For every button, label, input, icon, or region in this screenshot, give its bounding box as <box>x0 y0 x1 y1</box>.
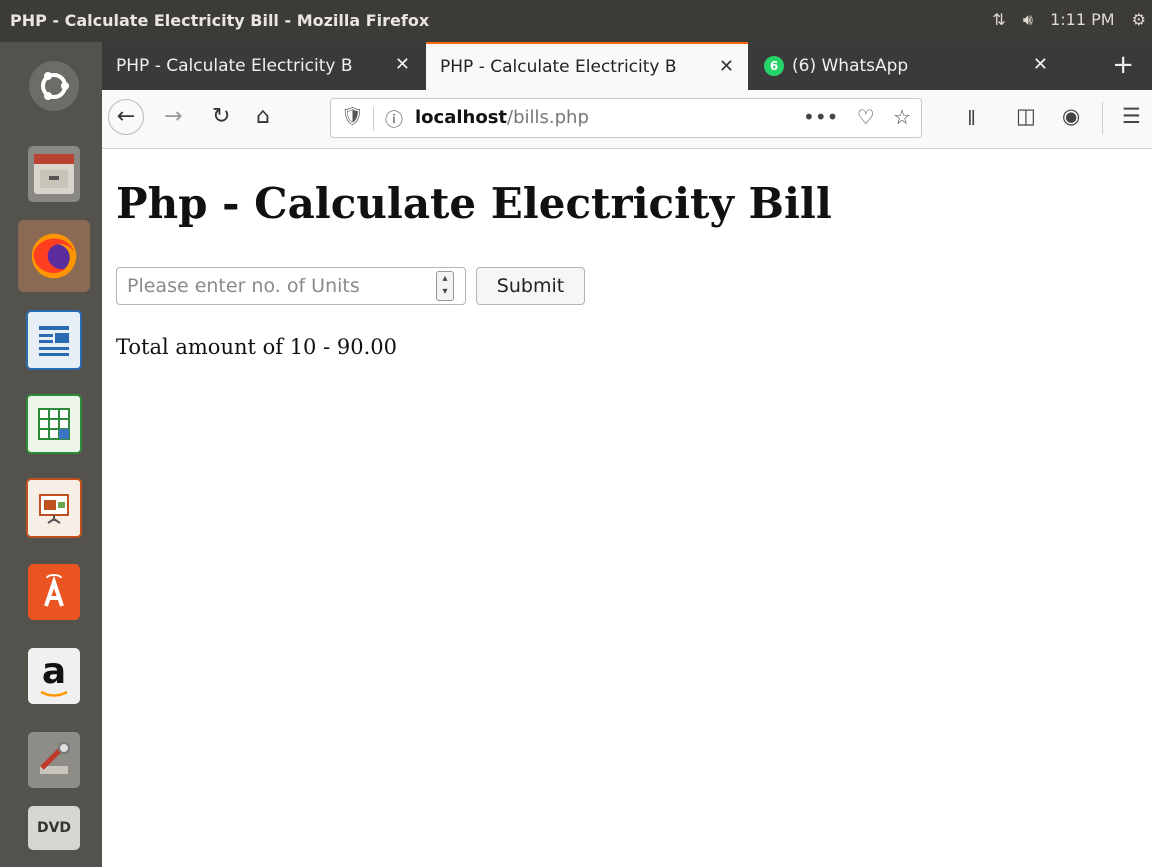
navigation-bar: ← → ↻ ⌂ 🛡︎ ⓘ localhost/bills.php ••• ♡ ☆… <box>102 90 1152 149</box>
close-tab-icon[interactable]: ✕ <box>719 56 734 77</box>
tracking-shield-icon[interactable]: 🛡︎ <box>341 106 364 127</box>
close-tab-icon[interactable]: ✕ <box>1033 54 1048 75</box>
impress-icon[interactable] <box>18 472 90 544</box>
settings-gear-icon[interactable]: ⚙ <box>1132 10 1146 29</box>
close-tab-icon[interactable]: ✕ <box>395 54 410 75</box>
hamburger-menu-icon[interactable]: ☰ <box>1122 104 1141 128</box>
units-spinner[interactable]: ▴ ▾ <box>436 271 454 301</box>
url-host: localhost <box>415 107 508 128</box>
library-icon[interactable]: 𝍪 <box>968 104 975 139</box>
system-tray: ⇅ 🔊︎ 1:11 PM ⚙ <box>980 10 1146 30</box>
settings-icon[interactable] <box>18 724 90 796</box>
back-icon[interactable]: ← <box>108 99 144 135</box>
sidebar-icon[interactable]: ◫ <box>1016 104 1036 128</box>
home-icon[interactable]: ⌂ <box>256 104 270 129</box>
site-info-icon[interactable]: ⓘ <box>385 106 403 132</box>
pocket-icon[interactable]: ♡ <box>857 105 875 129</box>
address-separator <box>373 107 374 131</box>
volume-icon[interactable]: 🔊︎ <box>1023 10 1033 29</box>
spinner-up-icon[interactable]: ▴ <box>437 272 453 285</box>
whatsapp-badge: 6 <box>769 59 779 73</box>
page-content: Php - Calculate Electricity Bill ▴ ▾ Sub… <box>102 149 1152 867</box>
page-actions: ••• ♡ ☆ <box>791 105 911 129</box>
forward-icon[interactable]: → <box>164 104 182 129</box>
total-amount-text: Total amount of 10 - 90.00 <box>116 335 397 359</box>
whatsapp-icon: 6 <box>764 56 784 76</box>
files-icon[interactable] <box>18 138 90 210</box>
bookmark-star-icon[interactable]: ☆ <box>893 105 911 129</box>
url-path: /bills.php <box>507 107 589 128</box>
window-title: PHP - Calculate Electricity Bill - Mozil… <box>10 11 430 30</box>
tab-label: PHP - Calculate Electricity B <box>116 56 353 76</box>
dvd-icon[interactable]: DVD <box>18 798 90 858</box>
submit-button[interactable]: Submit <box>476 267 585 305</box>
network-icon[interactable]: ⇅ <box>992 10 1005 29</box>
toolbar-separator <box>1102 102 1103 134</box>
ubuntu-dash-icon[interactable] <box>18 50 90 122</box>
clock[interactable]: 1:11 PM <box>1050 10 1114 29</box>
software-center-icon[interactable] <box>18 556 90 628</box>
tab-calculate-bill-1[interactable]: PHP - Calculate Electricity B ✕ <box>102 42 424 90</box>
amazon-icon[interactable]: a <box>18 640 90 712</box>
url-text[interactable]: localhost/bills.php <box>415 107 589 128</box>
firefox-icon[interactable] <box>18 220 90 292</box>
units-input[interactable] <box>116 267 466 305</box>
account-icon[interactable]: ◉ <box>1062 104 1080 128</box>
calc-icon[interactable] <box>18 388 90 460</box>
page-title: Php - Calculate Electricity Bill <box>116 179 832 228</box>
dvd-label: DVD <box>36 820 72 836</box>
tab-strip: PHP - Calculate Electricity B ✕ PHP - Ca… <box>102 42 1152 90</box>
page-actions-menu-icon[interactable]: ••• <box>803 105 838 129</box>
writer-icon[interactable] <box>18 304 90 376</box>
system-top-bar: PHP - Calculate Electricity Bill - Mozil… <box>0 0 1152 42</box>
tab-label: (6) WhatsApp <box>792 56 909 76</box>
reload-icon[interactable]: ↻ <box>212 104 230 129</box>
tab-whatsapp[interactable]: 6 (6) WhatsApp ✕ <box>750 42 1072 90</box>
amazon-glyph: a <box>41 651 67 692</box>
tab-calculate-bill-2[interactable]: PHP - Calculate Electricity B ✕ <box>426 42 748 90</box>
tab-label: PHP - Calculate Electricity B <box>440 57 677 77</box>
launcher: a DVD <box>0 42 103 867</box>
spinner-down-icon[interactable]: ▾ <box>437 285 453 298</box>
new-tab-icon[interactable]: + <box>1112 50 1134 80</box>
address-bar[interactable]: 🛡︎ ⓘ localhost/bills.php ••• ♡ ☆ <box>330 98 922 138</box>
